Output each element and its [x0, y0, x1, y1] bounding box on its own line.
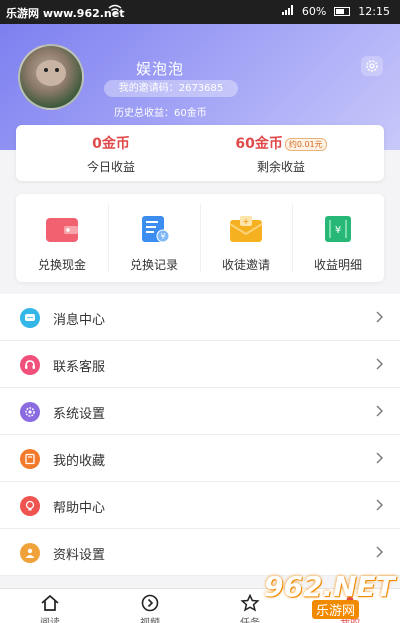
today-earnings-label: 今日收益 [86, 160, 135, 174]
watermark-main: 962.NET [264, 570, 395, 603]
svg-text:+: + [243, 217, 250, 226]
profile-icon [20, 543, 40, 563]
bookmark-icon [20, 449, 40, 469]
menu-label-favorites: 我的收藏 [53, 454, 106, 469]
chevron-right-icon [376, 499, 383, 511]
earnings-detail-button[interactable]: ¥ 收益明细 [292, 194, 384, 282]
invite-apprentice-button[interactable]: + 收徒邀请 [200, 194, 292, 282]
watermark-logo: 962.NET 乐游网 [256, 568, 398, 620]
chevron-right-icon [376, 452, 383, 464]
menu-label-system-settings: 系统设置 [53, 407, 106, 422]
today-earnings[interactable]: 0金币 今日收益 [36, 133, 186, 175]
watermark-sub: 乐游网 [312, 600, 360, 619]
menu-label-profile-settings: 资料设置 [53, 548, 106, 563]
exchange-cash-label: 兑换现金 [37, 258, 86, 272]
action-grid: 兑换现金 ¥ 兑换记录 + 收徒邀请 ¥ 收益明细 [16, 194, 384, 282]
tab-read[interactable]: 阅读 [0, 589, 100, 623]
username: 娱泡泡 [136, 60, 185, 78]
invite-apprentice-label: 收徒邀请 [221, 258, 270, 272]
message-icon [20, 308, 40, 328]
exchange-record-button[interactable]: ¥ 兑换记录 [108, 194, 200, 282]
signal-icon [281, 5, 294, 18]
chevron-right-icon [376, 311, 383, 323]
status-source: 乐游网 www.962.net [6, 7, 125, 20]
menu-list: 消息中心 联系客服 系统设置 我的收藏 帮助中心 资料设置 [0, 294, 400, 576]
status-time: 12:15 [358, 5, 390, 18]
wifi-icon [108, 4, 122, 19]
menu-item-customer-service[interactable]: 联系客服 [0, 341, 400, 388]
settings-gear-button[interactable] [361, 56, 383, 76]
menu-label-customer-service: 联系客服 [53, 360, 106, 375]
tab-video[interactable]: 视频 [100, 589, 200, 623]
exchange-cash-button[interactable]: 兑换现金 [16, 194, 108, 282]
remaining-earnings-badge: 约0.01元 [284, 137, 327, 151]
envelope-icon: + [229, 216, 263, 242]
today-earnings-value: 0金币 [92, 136, 130, 152]
home-icon [41, 594, 59, 611]
menu-item-favorites[interactable]: 我的收藏 [0, 435, 400, 482]
remaining-earnings-value: 60金币 [235, 136, 283, 152]
gear-icon [366, 60, 378, 72]
status-bar: 乐游网 www.962.net 60% 12:15 [0, 0, 400, 24]
tab-label-read: 阅读 [0, 614, 100, 623]
menu-label-help-center: 帮助中心 [53, 501, 106, 516]
settings-icon [20, 402, 40, 422]
remaining-earnings[interactable]: 60金币 约0.01元 剩余收益 [206, 133, 356, 175]
ledger-icon: ¥ [325, 216, 351, 242]
battery-percent: 60% [301, 5, 327, 18]
exchange-record-label: 兑换记录 [129, 258, 178, 272]
svg-text:¥: ¥ [160, 232, 165, 241]
remaining-earnings-label: 剩余收益 [256, 160, 305, 174]
history-earnings: 历史总收益：60金币 [114, 108, 207, 119]
earnings-detail-label: 收益明细 [313, 258, 362, 272]
menu-item-help-center[interactable]: 帮助中心 [0, 482, 400, 529]
menu-item-messages[interactable]: 消息中心 [0, 294, 400, 341]
lightbulb-icon [20, 496, 40, 516]
menu-label-messages: 消息中心 [53, 313, 106, 328]
chevron-right-icon [376, 405, 383, 417]
avatar[interactable] [18, 44, 84, 110]
wallet-icon [46, 218, 78, 242]
battery-icon [334, 7, 351, 16]
menu-item-system-settings[interactable]: 系统设置 [0, 388, 400, 435]
earnings-card: 0金币 今日收益 60金币 约0.01元 剩余收益 [16, 125, 384, 181]
play-icon [141, 594, 159, 612]
chevron-right-icon [376, 358, 383, 370]
chevron-right-icon [376, 546, 383, 558]
tab-label-video: 视频 [100, 614, 200, 623]
receipt-icon: ¥ [142, 216, 170, 243]
headset-icon [20, 355, 40, 375]
invite-code-badge[interactable]: 我的邀请码：2673685 [104, 80, 238, 97]
svg-text:¥: ¥ [335, 225, 341, 236]
